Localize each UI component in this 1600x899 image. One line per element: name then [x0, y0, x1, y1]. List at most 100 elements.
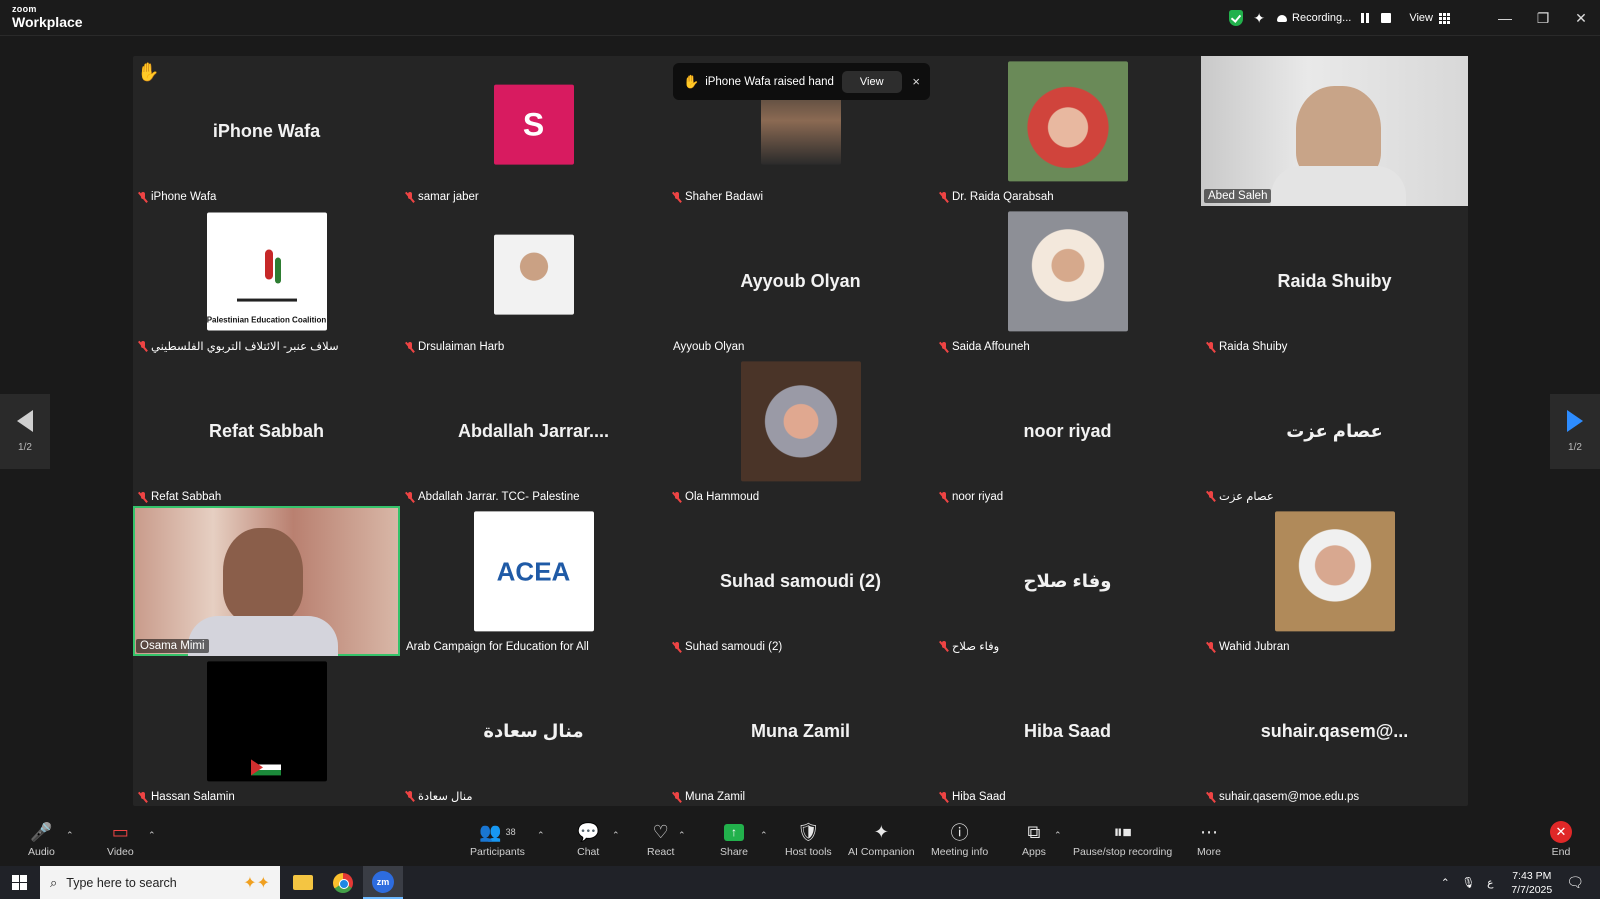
clock[interactable]: 7:43 PM 7/7/2025	[1511, 869, 1552, 897]
participant-tile[interactable]: Refat Sabbah Refat Sabbah	[133, 356, 400, 506]
participant-tile[interactable]: noor riyad noor riyad	[934, 356, 1201, 506]
participant-name: Abdallah Jarrar. TCC- Palestine	[418, 491, 580, 503]
gallery-view: ✋ iPhone Wafa iPhone Wafa S samar jaber …	[133, 56, 1468, 806]
participant-tile[interactable]: ✋ iPhone Wafa iPhone Wafa	[133, 56, 400, 206]
participant-name: Hiba Saad	[952, 791, 1006, 803]
participant-display-name: Muna Zamil	[750, 720, 850, 741]
notification-close-icon[interactable]: ×	[912, 74, 920, 89]
next-page-button[interactable]: 1/2	[1550, 394, 1600, 469]
ai-companion-label: AI Companion	[848, 846, 915, 858]
share-button[interactable]: ↑ Share	[720, 820, 748, 858]
participant-label: عصام عزت	[1207, 489, 1274, 503]
microphone-tray-icon[interactable]: 🎙	[1462, 876, 1475, 889]
notifications-icon[interactable]: 🗨	[1566, 874, 1584, 891]
participant-tile[interactable]: Muna Zamil Muna Zamil	[667, 656, 934, 806]
participant-tile[interactable]: Ayyoub Olyan Ayyoub Olyan	[667, 206, 934, 356]
participant-tile[interactable]: Dr. Raida Qarabsah	[934, 56, 1201, 206]
book-logo-icon	[236, 249, 297, 302]
stop-recording-icon[interactable]	[1381, 13, 1392, 23]
video-button[interactable]: ▭ Video	[107, 820, 134, 859]
participants-button[interactable]: 👥 38 Participants	[470, 820, 525, 859]
participant-video-tile[interactable]: Abed Saleh	[1201, 56, 1468, 206]
ai-companion-button[interactable]: ✦ AI Companion	[848, 820, 915, 859]
zoom-taskbar-button[interactable]: zm	[363, 866, 403, 899]
audio-label: Audio	[28, 846, 55, 858]
participants-options-chevron-icon[interactable]: ⌃	[537, 830, 545, 841]
view-button[interactable]: View	[1409, 12, 1433, 24]
participant-label: Hassan Salamin	[139, 791, 235, 803]
chrome-icon	[333, 872, 353, 893]
participant-tile[interactable]: وفاء صلاح وفاء صلاح	[934, 506, 1201, 656]
input-language[interactable]: ع	[1487, 877, 1493, 889]
organization-logo: Palestinian Education Coalition	[206, 212, 327, 331]
taskbar-search-input[interactable]: ⌕ Type here to search ✦✦	[40, 866, 280, 899]
mic-muted-icon	[673, 641, 681, 653]
meeting-info-button[interactable]: ⓘ Meeting info	[931, 820, 988, 858]
encryption-shield-icon[interactable]	[1229, 10, 1244, 26]
video-options-chevron-icon[interactable]: ⌃	[148, 830, 156, 841]
tray-chevron-icon[interactable]: ⌃	[1441, 877, 1450, 889]
chat-button[interactable]: 💬 Chat	[577, 820, 599, 859]
participant-tile[interactable]: Wahid Jubran	[1201, 506, 1468, 656]
previous-page-button[interactable]: 1/2	[0, 394, 50, 469]
notification-view-button[interactable]: View	[841, 70, 902, 93]
cloud-recording-icon	[1277, 14, 1288, 22]
audio-button[interactable]: 🎤 Audio	[28, 820, 55, 859]
mic-muted-icon	[406, 491, 414, 503]
video-off-icon: ▭	[111, 821, 129, 842]
end-label: End	[1551, 846, 1571, 858]
arrow-left-icon	[17, 410, 33, 432]
participant-name: Shaher Badawi	[685, 191, 763, 203]
participant-tile[interactable]: ACEA Arab Campaign for Education for All	[400, 506, 667, 656]
react-button[interactable]: ♡ React	[647, 820, 674, 859]
participant-tile[interactable]: Hiba Saad Hiba Saad	[934, 656, 1201, 806]
participant-tile[interactable]: Drsulaiman Harb	[400, 206, 667, 356]
react-options-chevron-icon[interactable]: ⌃	[678, 830, 686, 841]
participant-name: Arab Campaign for Education for All	[406, 641, 589, 653]
file-explorer-button[interactable]	[283, 866, 323, 899]
pause-recording-icon[interactable]	[1361, 12, 1373, 24]
end-meeting-button[interactable]: ✕ End	[1550, 820, 1572, 858]
participant-tile[interactable]: Palestinian Education Coalition سلاف عنب…	[133, 206, 400, 356]
system-tray: ⌃ 🎙 ع 7:43 PM 7/7/2025 🗨	[1441, 866, 1600, 899]
participant-tile[interactable]: منال سعادة منال سعادة	[400, 656, 667, 806]
profile-photo	[493, 234, 574, 315]
participant-label: Suhad samoudi (2)	[673, 641, 782, 653]
more-button[interactable]: ⋯ More	[1197, 820, 1221, 859]
participants-icon: 👥 38	[479, 821, 516, 842]
ai-sparkle-icon[interactable]: ✦	[1253, 10, 1265, 27]
participant-tile[interactable]: Raida Shuiby Raida Shuiby	[1201, 206, 1468, 356]
chat-options-chevron-icon[interactable]: ⌃	[612, 830, 620, 841]
participant-label: Ola Hammoud	[673, 491, 759, 503]
gallery-grid-icon[interactable]	[1439, 12, 1450, 24]
close-window-icon[interactable]: ✕	[1562, 0, 1600, 36]
chrome-button[interactable]	[323, 866, 363, 899]
participant-tile[interactable]: suhair.qasem@... suhair.qasem@moe.edu.ps	[1201, 656, 1468, 806]
participant-tile[interactable]: Abdallah Jarrar.... Abdallah Jarrar. TCC…	[400, 356, 667, 506]
share-options-chevron-icon[interactable]: ⌃	[760, 830, 768, 841]
mic-muted-icon	[139, 340, 147, 352]
video-feed-body	[1271, 166, 1406, 206]
restore-icon[interactable]: ❐	[1524, 0, 1562, 36]
logo-caption: Palestinian Education Coalition	[206, 315, 327, 325]
apps-button[interactable]: ⧉ Apps	[1022, 820, 1046, 859]
page-indicator-left: 1/2	[18, 442, 32, 453]
pause-stop-recording-button[interactable]: ⏸⏹ Pause/stop recording	[1073, 820, 1172, 859]
active-speaker-video-tile[interactable]: Osama Mimi	[133, 506, 400, 656]
participant-label: Shaher Badawi	[673, 191, 763, 203]
participant-tile[interactable]: Saida Affouneh	[934, 206, 1201, 356]
participant-name: Abed Saleh	[1208, 190, 1268, 202]
clock-time: 7:43 PM	[1512, 869, 1552, 882]
apps-options-chevron-icon[interactable]: ⌃	[1054, 830, 1062, 841]
participant-tile[interactable]: عصام عزت عصام عزت	[1201, 356, 1468, 506]
participant-tile[interactable]: Suhad samoudi (2) Suhad samoudi (2)	[667, 506, 934, 656]
host-tools-button[interactable]: 🛡 Host tools	[785, 820, 832, 859]
participant-tile[interactable]: Hassan Salamin	[133, 656, 400, 806]
audio-options-chevron-icon[interactable]: ⌃	[66, 830, 74, 841]
participant-tile[interactable]: S samar jaber	[400, 56, 667, 206]
windows-start-icon[interactable]	[12, 875, 27, 890]
participant-label: Arab Campaign for Education for All	[406, 641, 589, 653]
minimize-icon[interactable]: —	[1486, 0, 1524, 36]
participant-name: Drsulaiman Harb	[418, 341, 505, 353]
participant-tile[interactable]: Ola Hammoud	[667, 356, 934, 506]
